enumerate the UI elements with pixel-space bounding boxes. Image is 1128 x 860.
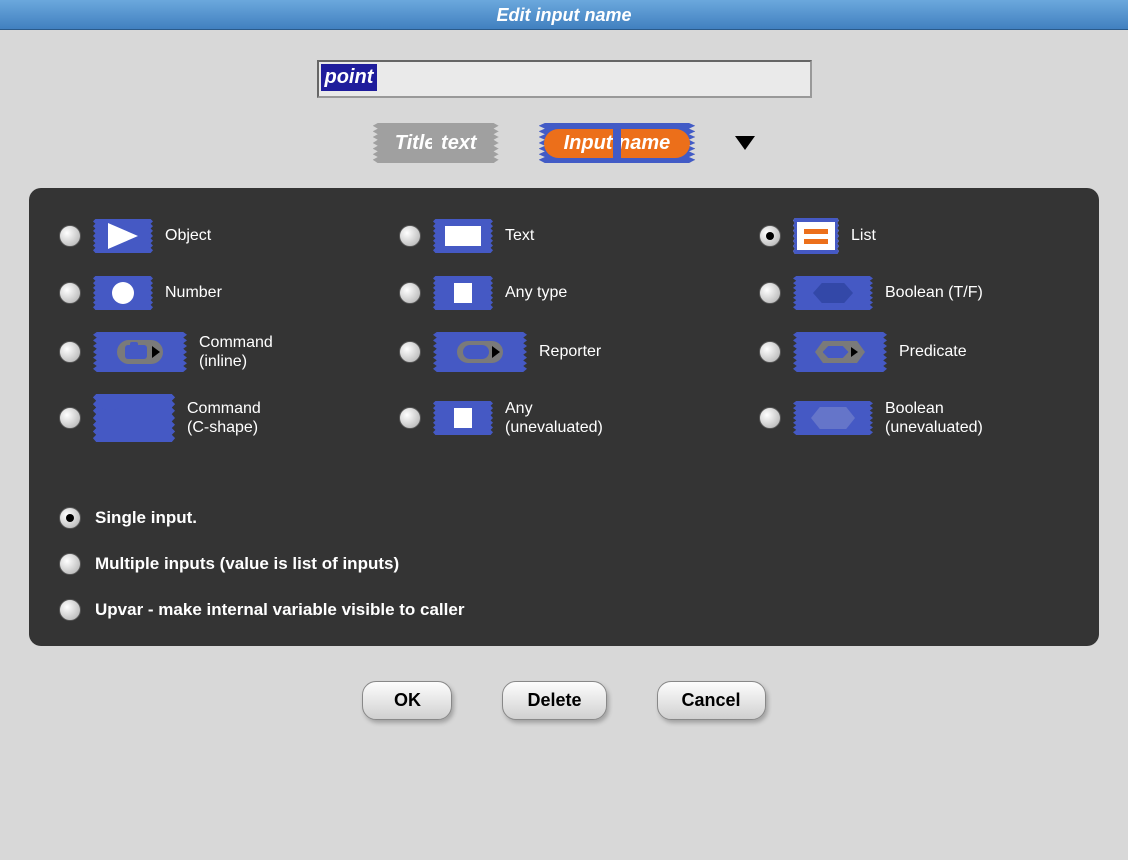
radio-icon: [759, 225, 781, 247]
radio-icon: [759, 341, 781, 363]
radio-icon: [399, 407, 421, 429]
type-list[interactable]: List: [759, 218, 1109, 254]
type-command-cshape[interactable]: Command (C-shape): [59, 394, 389, 442]
type-number[interactable]: Number: [59, 276, 389, 310]
arity-upvar[interactable]: Upvar - make internal variable visible t…: [59, 599, 1069, 621]
radio-icon: [59, 341, 81, 363]
type-boolean-unevaluated[interactable]: Boolean (unevaluated): [759, 394, 1109, 442]
delete-button[interactable]: Delete: [502, 681, 606, 720]
expand-icon[interactable]: [735, 136, 755, 150]
type-command-inline[interactable]: Command (inline): [59, 332, 389, 372]
radio-icon: [59, 407, 81, 429]
predicate-slot-icon: [793, 332, 887, 372]
radio-icon: [399, 282, 421, 304]
input-name-field[interactable]: point: [317, 60, 812, 98]
reporter-slot-icon: [433, 332, 527, 372]
radio-icon: [59, 599, 81, 621]
object-slot-icon: [93, 219, 153, 253]
input-name-label: Input name: [544, 129, 691, 158]
type-object[interactable]: Object: [59, 218, 389, 254]
list-slot-icon: [793, 218, 839, 254]
input-name-toggle[interactable]: Input name: [539, 123, 696, 163]
type-predicate[interactable]: Predicate: [759, 332, 1109, 372]
type-panel: Object Text List Number Any type: [29, 188, 1099, 646]
type-reporter[interactable]: Reporter: [399, 332, 749, 372]
titlebar: Edit input name: [0, 0, 1128, 30]
input-name-value: point: [321, 64, 378, 91]
command-inline-slot-icon: [93, 332, 187, 372]
radio-icon: [59, 553, 81, 575]
radio-icon: [59, 225, 81, 247]
cancel-button[interactable]: Cancel: [657, 681, 766, 720]
radio-icon: [759, 407, 781, 429]
arity-single[interactable]: Single input.: [59, 507, 1069, 529]
title-text-label: Title text: [395, 132, 477, 155]
arity-single-label: Single input.: [95, 508, 197, 528]
radio-icon: [759, 282, 781, 304]
title-text-toggle[interactable]: Title text: [373, 123, 499, 163]
arity-multiple[interactable]: Multiple inputs (value is list of inputs…: [59, 553, 1069, 575]
radio-icon: [59, 507, 81, 529]
number-slot-icon: [93, 276, 153, 310]
type-boolean[interactable]: Boolean (T/F): [759, 276, 1109, 310]
text-slot-icon: [433, 219, 493, 253]
arity-upvar-label: Upvar - make internal variable visible t…: [95, 600, 464, 620]
dialog-title: Edit input name: [497, 5, 632, 25]
type-any[interactable]: Any type: [399, 276, 749, 310]
arity-multiple-label: Multiple inputs (value is list of inputs…: [95, 554, 399, 574]
command-cshape-slot-icon: [93, 394, 175, 442]
type-text[interactable]: Text: [399, 218, 749, 254]
bool-uneval-slot-icon: [793, 401, 873, 435]
radio-icon: [399, 225, 421, 247]
radio-icon: [59, 282, 81, 304]
ok-button[interactable]: OK: [362, 681, 452, 720]
radio-icon: [399, 341, 421, 363]
any-uneval-slot-icon: [433, 401, 493, 435]
any-slot-icon: [433, 276, 493, 310]
boolean-slot-icon: [793, 276, 873, 310]
type-any-unevaluated[interactable]: Any (unevaluated): [399, 394, 749, 442]
